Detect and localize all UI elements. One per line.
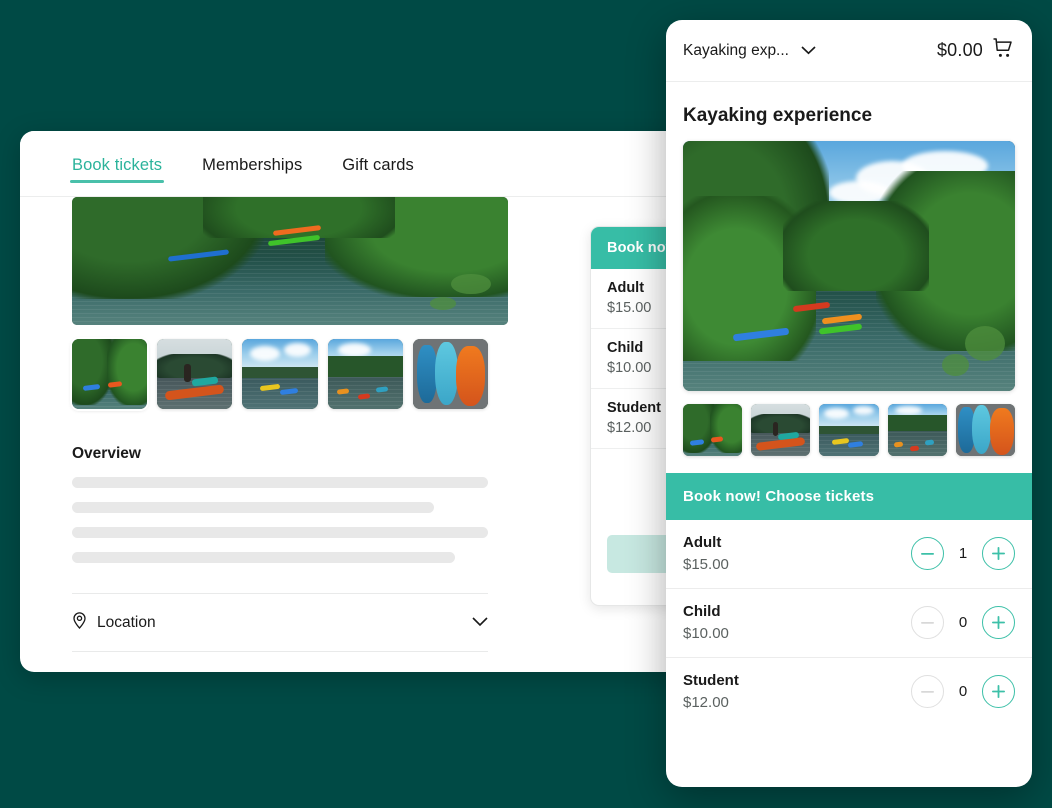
ticket-row-adult: Adult $15.00 1: [666, 520, 1032, 589]
mobile-thumbnail-strip: [666, 391, 1032, 473]
desktop-thumbnail-4[interactable]: [413, 339, 488, 409]
location-label: Location: [97, 614, 472, 632]
ticket-name: Adult: [683, 534, 911, 551]
mobile-thumbnail-4[interactable]: [956, 404, 1015, 456]
map-pin-icon: [72, 612, 87, 634]
mobile-booking-banner: Book now! Choose tickets: [666, 473, 1032, 520]
tab-gift-cards-label: Gift cards: [342, 156, 414, 174]
decrement-button: [911, 675, 944, 708]
mobile-header: Kayaking exp... $0.00: [666, 20, 1032, 82]
tab-book-tickets[interactable]: Book tickets: [70, 136, 164, 192]
decrement-button: [911, 606, 944, 639]
overview-heading: Overview: [72, 445, 488, 463]
mobile-thumbnail-3[interactable]: [888, 404, 947, 456]
overview-skeleton-line: [72, 477, 488, 488]
desktop-thumbnail-strip: [72, 339, 488, 409]
shopping-cart-icon: [992, 37, 1015, 65]
cart-button[interactable]: $0.00: [937, 37, 1015, 65]
ticket-stepper-adult: 1: [911, 537, 1015, 570]
mobile-thumbnail-2[interactable]: [819, 404, 878, 456]
desktop-thumbnail-2[interactable]: [242, 339, 317, 409]
experience-selector[interactable]: Kayaking exp...: [683, 42, 816, 60]
increment-button[interactable]: [982, 606, 1015, 639]
tab-memberships[interactable]: Memberships: [200, 136, 304, 192]
ticket-price: $10.00: [683, 625, 911, 642]
cart-total: $0.00: [937, 40, 983, 61]
chevron-down-icon[interactable]: [472, 614, 488, 632]
overview-skeleton-line: [72, 527, 488, 538]
overview-skeleton-line: [72, 502, 434, 513]
mobile-thumbnail-1[interactable]: [751, 404, 810, 456]
desktop-thumbnail-0[interactable]: [72, 339, 147, 409]
overview-skeleton-line: [72, 552, 455, 563]
ticket-quantity: 0: [949, 683, 977, 700]
ticket-stepper-child: 0: [911, 606, 1015, 639]
increment-button[interactable]: [982, 537, 1015, 570]
desktop-booking-card: Book tickets Memberships Gift cards: [20, 131, 700, 672]
increment-button[interactable]: [982, 675, 1015, 708]
desktop-hero-image[interactable]: [72, 197, 508, 325]
tab-memberships-label: Memberships: [202, 156, 302, 174]
tab-book-tickets-label: Book tickets: [72, 156, 162, 174]
mobile-hero-image[interactable]: [683, 141, 1015, 391]
screenshot-root: Book tickets Memberships Gift cards: [0, 0, 1052, 808]
ticket-name: Student: [683, 672, 911, 689]
chevron-down-icon: [801, 42, 816, 60]
ticket-stepper-student: 0: [911, 675, 1015, 708]
ticket-quantity: 0: [949, 614, 977, 631]
decrement-button[interactable]: [911, 537, 944, 570]
desktop-thumbnail-1[interactable]: [157, 339, 232, 409]
tab-gift-cards[interactable]: Gift cards: [340, 136, 416, 192]
ticket-name: Child: [683, 603, 911, 620]
ticket-row-child: Child $10.00 0: [666, 589, 1032, 658]
experience-selector-label: Kayaking exp...: [683, 42, 789, 60]
ticket-row-student: Student $12.00 0: [666, 658, 1032, 726]
experience-title: Kayaking experience: [666, 82, 1032, 141]
ticket-quantity: 1: [949, 545, 977, 562]
mobile-booking-panel: Kayaking exp... $0.00 Kayakin: [666, 20, 1032, 787]
desktop-thumbnail-3[interactable]: [328, 339, 403, 409]
desktop-main-column: Overview Location: [20, 197, 540, 672]
location-row[interactable]: Location: [72, 594, 488, 652]
mobile-thumbnail-0[interactable]: [683, 404, 742, 456]
tab-bar: Book tickets Memberships Gift cards: [20, 131, 700, 197]
ticket-price: $12.00: [683, 694, 911, 711]
ticket-price: $15.00: [683, 556, 911, 573]
